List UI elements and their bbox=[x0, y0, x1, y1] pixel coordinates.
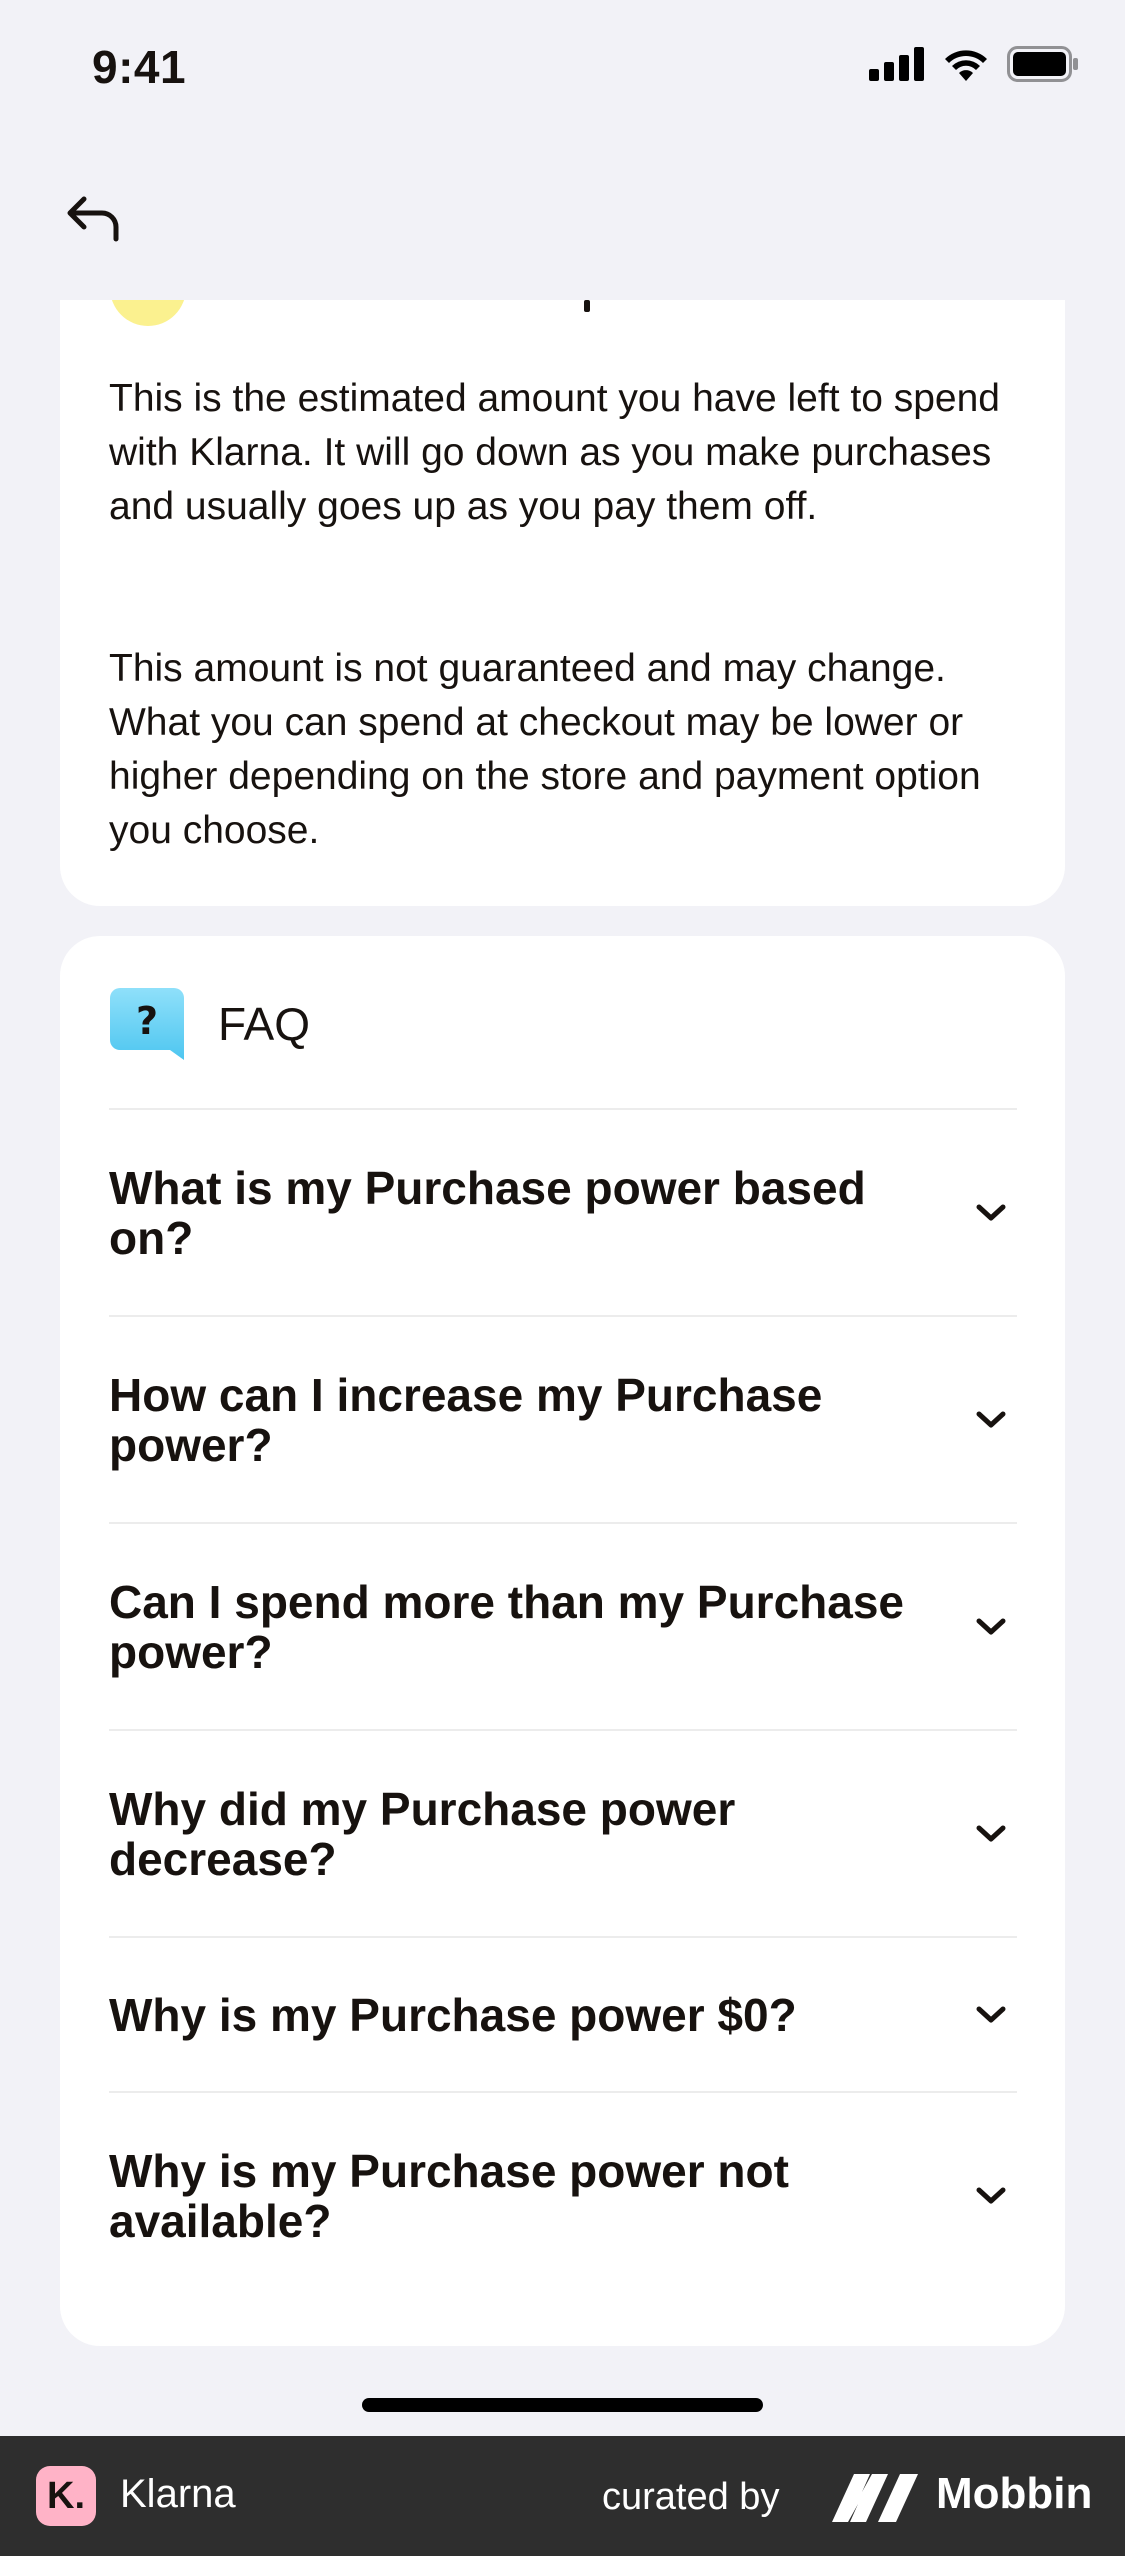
faq-question: How can I increase my Purchase power? bbox=[109, 1368, 823, 1471]
chevron-down-icon bbox=[971, 1400, 1011, 1440]
svg-text:?: ? bbox=[136, 999, 158, 1043]
footer-brand-name: Mobbin bbox=[936, 2469, 1093, 2518]
wifi-icon bbox=[945, 50, 987, 81]
status-icons bbox=[869, 46, 1079, 82]
purchase-power-icon bbox=[110, 300, 186, 326]
chevron-down-icon bbox=[971, 2176, 1011, 2216]
mobbin-logo-icon bbox=[832, 2474, 918, 2522]
status-time: 9:41 bbox=[92, 41, 187, 93]
footer-curated-by: curated by bbox=[602, 2476, 780, 2518]
faq-item-increase[interactable]: How can I increase my Purchase power? bbox=[109, 1315, 1017, 1522]
back-arrow-icon bbox=[67, 196, 119, 242]
cellular-signal-icon bbox=[869, 47, 924, 81]
faq-item-spend-more[interactable]: Can I spend more than my Purchase power? bbox=[109, 1522, 1017, 1729]
faq-question: What is my Purchase power based on? bbox=[109, 1161, 866, 1264]
footer-banner: K. Klarna curated by Mobbin bbox=[0, 2436, 1125, 2556]
faq-item-decrease[interactable]: Why did my Purchase power decrease? bbox=[109, 1729, 1017, 1936]
faq-item-zero[interactable]: Why is my Purchase power $0? bbox=[109, 1936, 1017, 2091]
chevron-down-icon bbox=[971, 1193, 1011, 1233]
chevron-down-icon bbox=[971, 1995, 1011, 2035]
faq-header: ? FAQ bbox=[110, 988, 310, 1060]
clipped-heading-fragment bbox=[584, 300, 590, 312]
back-button[interactable] bbox=[54, 184, 134, 254]
faq-question: Can I spend more than my Purchase power? bbox=[109, 1575, 905, 1678]
footer-app-name: Klarna bbox=[120, 2472, 236, 2516]
chevron-down-icon bbox=[971, 1607, 1011, 1647]
klarna-logo: K. bbox=[36, 2466, 96, 2526]
chevron-down-icon bbox=[971, 1814, 1011, 1854]
faq-item-not-available[interactable]: Why is my Purchase power not available? bbox=[109, 2091, 1017, 2298]
faq-question: Why is my Purchase power $0? bbox=[109, 1988, 797, 2041]
faq-title: FAQ bbox=[218, 998, 311, 1050]
question-bubble-icon: ? bbox=[110, 988, 184, 1060]
faq-item-based-on[interactable]: What is my Purchase power based on? bbox=[109, 1108, 1017, 1315]
info-paragraph-2: This amount is not guaranteed and may ch… bbox=[109, 647, 981, 852]
faq-question: Why did my Purchase power decrease? bbox=[109, 1782, 736, 1885]
home-indicator bbox=[362, 2398, 763, 2412]
status-bar: 9:41 bbox=[0, 0, 1125, 140]
faq-question: Why is my Purchase power not available? bbox=[109, 2144, 789, 2247]
purchase-power-info-card: This is the estimated amount you have le… bbox=[60, 300, 1065, 906]
faq-card: ? FAQ What is my Purchase power based on… bbox=[60, 936, 1065, 2346]
info-paragraph-1: This is the estimated amount you have le… bbox=[109, 377, 1001, 528]
battery-icon bbox=[1007, 46, 1078, 82]
faq-list: What is my Purchase power based on? How … bbox=[109, 1108, 1017, 2298]
